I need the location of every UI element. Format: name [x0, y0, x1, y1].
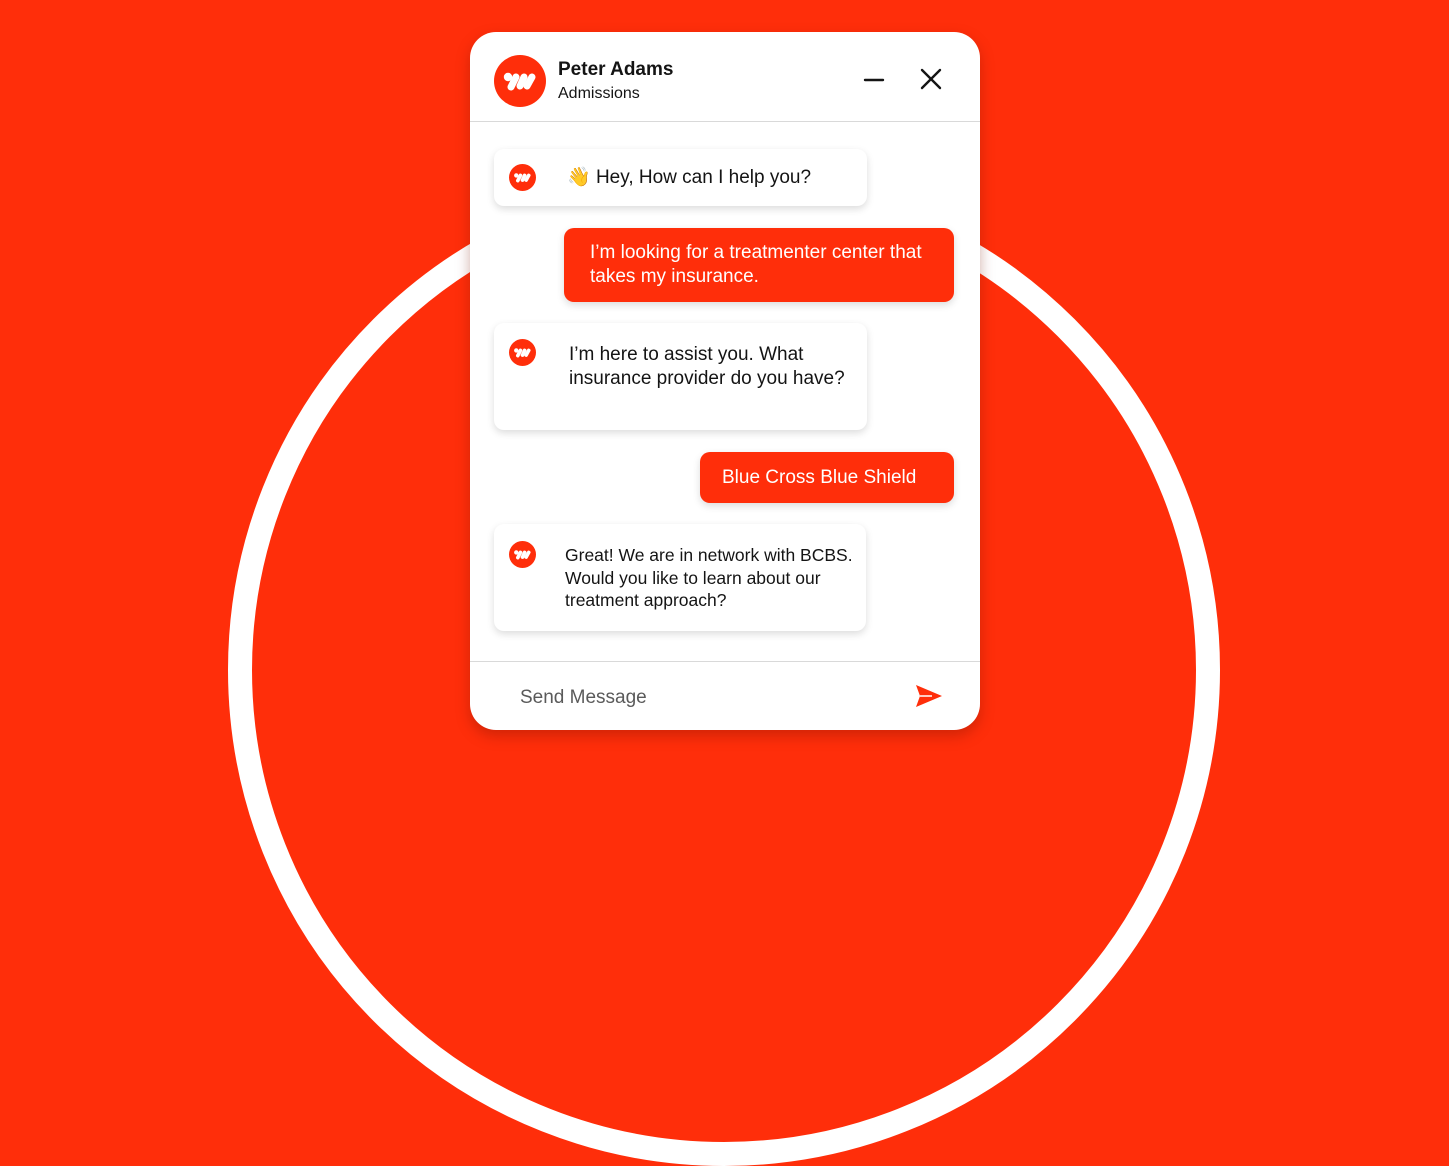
chat-widget: Peter Adams Admissions 👋 Hey, How can I … — [470, 32, 980, 730]
bot-message: Great! We are in network with BCBS. Woul… — [494, 524, 866, 631]
user-message: Blue Cross Blue Shield — [700, 452, 954, 503]
message-text: Hey, How can I help you? — [595, 167, 812, 188]
send-icon — [916, 685, 942, 707]
bot-avatar-icon — [509, 339, 536, 366]
message-text: I’m looking for a treatmenter center tha… — [590, 242, 922, 287]
message-text: I’m here to assist you. What insurance p… — [569, 344, 845, 389]
close-icon — [920, 68, 942, 90]
send-button[interactable] — [915, 684, 943, 708]
minimize-button[interactable] — [861, 66, 887, 92]
agent-name: Peter Adams — [558, 59, 674, 80]
composer — [470, 661, 980, 730]
chat-header: Peter Adams Admissions — [470, 32, 980, 122]
bot-message: I’m here to assist you. What insurance p… — [494, 323, 867, 430]
agent-department: Admissions — [558, 85, 640, 102]
user-message: I’m looking for a treatmenter center tha… — [564, 228, 954, 302]
close-button[interactable] — [918, 66, 944, 92]
bot-avatar-icon — [509, 164, 536, 191]
waving-hand-icon: 👋 — [567, 167, 591, 188]
message-input[interactable] — [518, 680, 902, 716]
message-text: Blue Cross Blue Shield — [722, 467, 917, 488]
minus-icon — [863, 78, 885, 82]
bot-avatar-icon — [509, 541, 536, 568]
message-text: Great! We are in network with BCBS. Woul… — [565, 545, 853, 610]
brand-logo-icon — [494, 55, 546, 107]
bot-message: 👋 Hey, How can I help you? — [494, 149, 867, 206]
